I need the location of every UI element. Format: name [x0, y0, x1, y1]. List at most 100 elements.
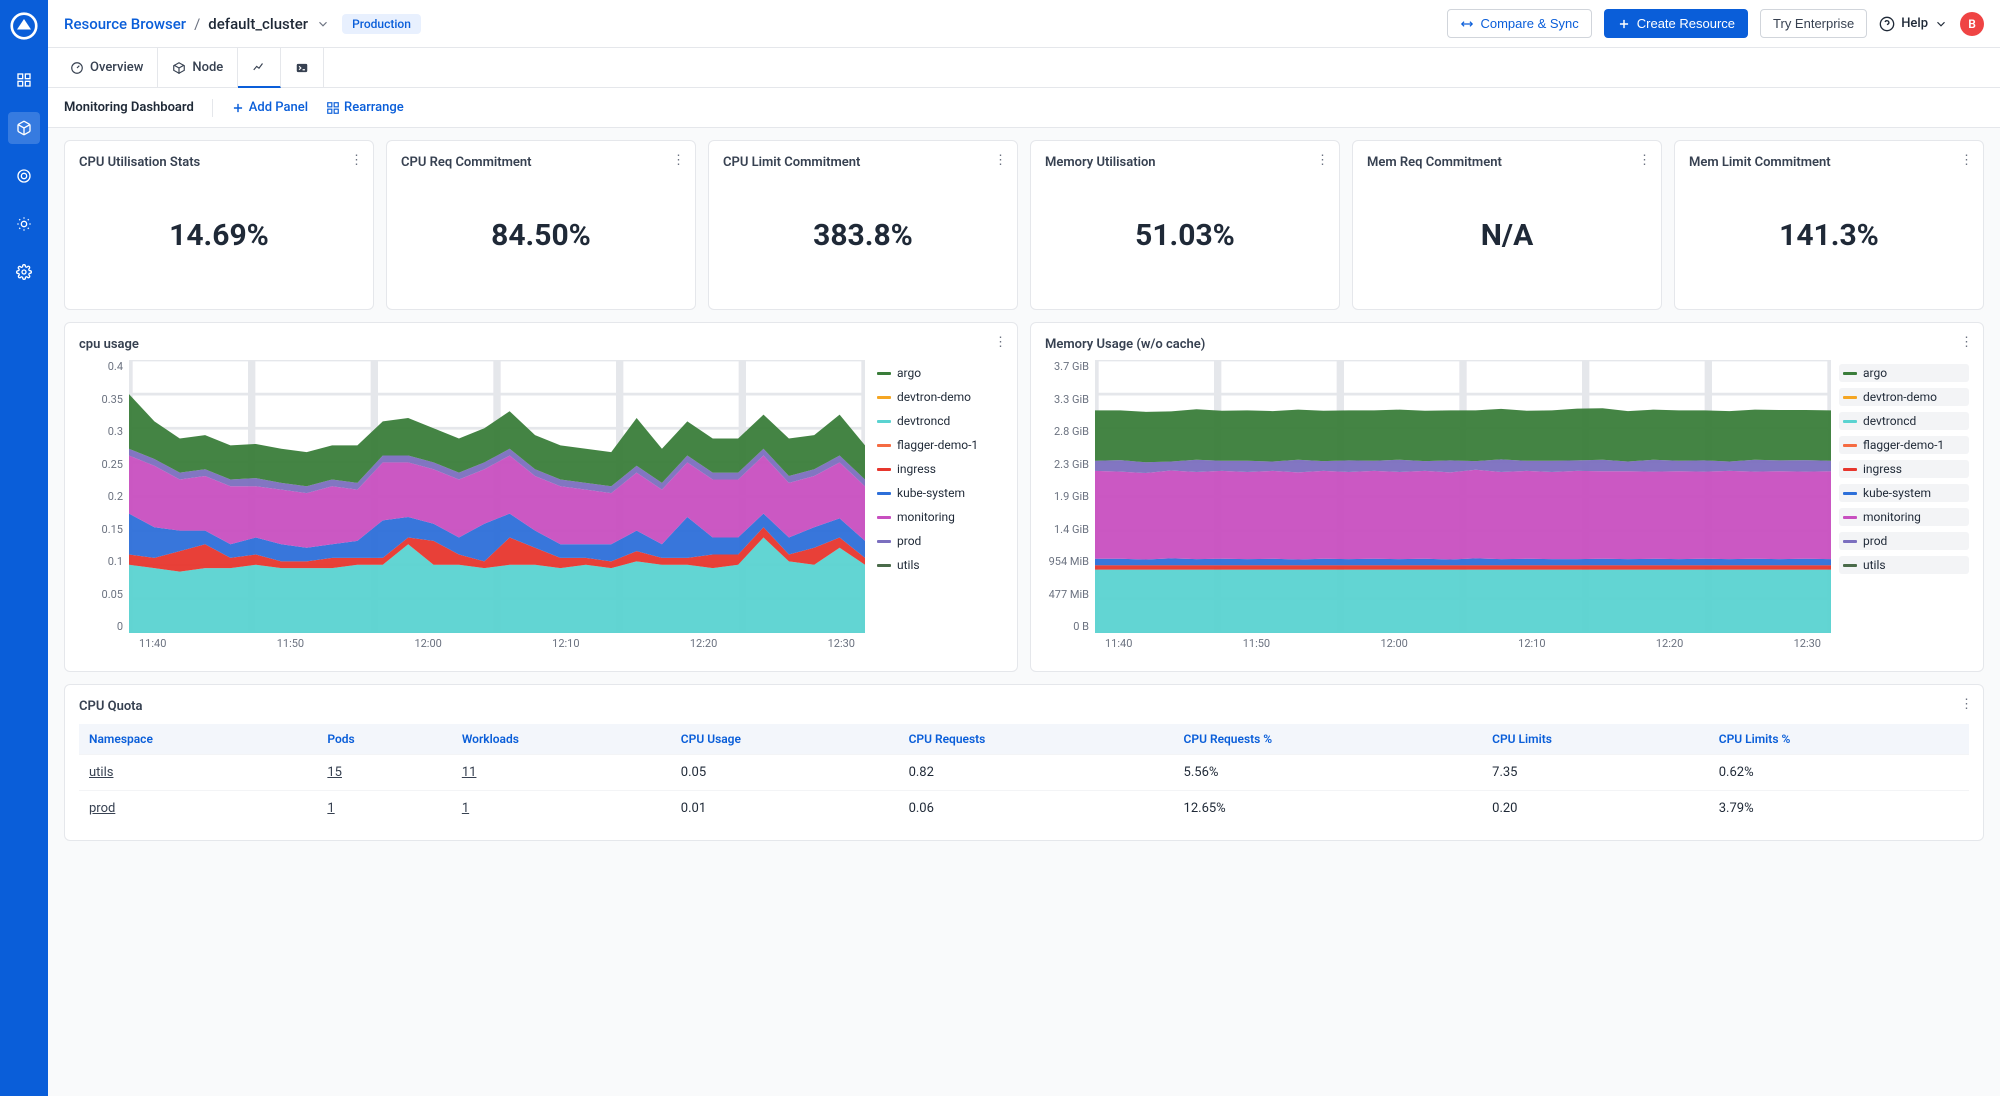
panel-menu-icon[interactable]: ⋮	[672, 153, 685, 168]
memory-usage-chart[interactable]: 3.7 GiB3.3 GiB2.8 GiB2.3 GiB1.9 GiB1.4 G…	[1045, 360, 1831, 657]
table-header[interactable]: Pods	[317, 724, 451, 755]
cpu-usage-chart[interactable]: 0.40.350.30.250.20.150.10.05011:4011:501…	[79, 360, 865, 657]
legend-item[interactable]: devtron-demo	[873, 388, 1003, 406]
table-header[interactable]: Namespace	[79, 724, 317, 755]
legend-label: utils	[897, 558, 920, 572]
panel-menu-icon[interactable]: ⋮	[994, 335, 1007, 350]
cpu-usage-panel: cpu usage ⋮ 0.40.350.30.250.20.150.10.05…	[64, 322, 1018, 672]
legend-swatch	[1843, 492, 1857, 495]
legend-label: ingress	[897, 462, 936, 476]
tab-terminal[interactable]	[281, 48, 324, 87]
stat-card: Memory Utilisation ⋮ 51.03%	[1030, 140, 1340, 310]
panel-menu-icon[interactable]: ⋮	[1960, 153, 1973, 168]
legend-swatch	[877, 420, 891, 423]
cell-workloads[interactable]: 1	[452, 791, 671, 827]
table-header[interactable]: CPU Usage	[671, 724, 899, 755]
cell-cpu-requests: 0.82	[899, 755, 1174, 791]
legend-swatch	[877, 444, 891, 447]
table-header[interactable]: Workloads	[452, 724, 671, 755]
legend-item[interactable]: monitoring	[873, 508, 1003, 526]
gauge-icon	[70, 61, 84, 75]
legend-swatch	[877, 468, 891, 471]
legend-swatch	[877, 372, 891, 375]
stat-title: CPU Limit Commitment	[723, 155, 1003, 170]
compare-sync-button[interactable]: Compare & Sync	[1447, 9, 1591, 38]
stat-value: N/A	[1367, 218, 1647, 253]
legend-item[interactable]: kube-system	[873, 484, 1003, 502]
cell-pods[interactable]: 15	[317, 755, 451, 791]
panel-menu-icon[interactable]: ⋮	[1960, 335, 1973, 350]
env-badge: Production	[342, 14, 421, 34]
cell-workloads[interactable]: 11	[452, 755, 671, 791]
grid-icon	[326, 101, 340, 115]
legend-item[interactable]: flagger-demo-1	[1839, 436, 1969, 454]
legend-item[interactable]: devtron-demo	[1839, 388, 1969, 406]
stat-card: CPU Req Commitment ⋮ 84.50%	[386, 140, 696, 310]
legend-item[interactable]: ingress	[873, 460, 1003, 478]
panel-menu-icon[interactable]: ⋮	[1316, 153, 1329, 168]
legend-label: devtron-demo	[897, 390, 971, 404]
legend-item[interactable]: argo	[873, 364, 1003, 382]
table-header[interactable]: CPU Limits	[1482, 724, 1709, 755]
legend-item[interactable]: kube-system	[1839, 484, 1969, 502]
panel-title: CPU Quota	[79, 699, 1969, 714]
table-header[interactable]: CPU Requests	[899, 724, 1174, 755]
breadcrumb-cluster[interactable]: default_cluster	[208, 15, 308, 33]
legend-item[interactable]: prod	[1839, 532, 1969, 550]
try-enterprise-button[interactable]: Try Enterprise	[1760, 9, 1867, 38]
legend-swatch	[877, 516, 891, 519]
legend-swatch	[1843, 420, 1857, 423]
avatar[interactable]: B	[1960, 12, 1984, 36]
add-panel-button[interactable]: Add Panel	[231, 100, 308, 115]
tab-monitoring[interactable]	[238, 48, 281, 88]
legend-item[interactable]: prod	[873, 532, 1003, 550]
stat-card: CPU Utilisation Stats ⋮ 14.69%	[64, 140, 374, 310]
x-axis: 11:4011:5012:0012:1012:2012:30	[129, 637, 865, 657]
tab-overview[interactable]: Overview	[56, 48, 158, 87]
stat-title: Mem Req Commitment	[1367, 155, 1647, 170]
legend-item[interactable]: utils	[873, 556, 1003, 574]
panel-menu-icon[interactable]: ⋮	[1960, 697, 1973, 712]
legend-item[interactable]: monitoring	[1839, 508, 1969, 526]
legend-item[interactable]: ingress	[1839, 460, 1969, 478]
table-header[interactable]: CPU Requests %	[1174, 724, 1483, 755]
dashboard-title: Monitoring Dashboard	[64, 100, 194, 115]
cell-cpu-limits: 7.35	[1482, 755, 1709, 791]
nav-settings-icon[interactable]	[8, 256, 40, 288]
nav-apps-icon[interactable]	[8, 64, 40, 96]
nav-resource-browser-icon[interactable]	[8, 112, 40, 144]
legend-swatch	[1843, 396, 1857, 399]
stat-title: CPU Req Commitment	[401, 155, 681, 170]
nav-target-icon[interactable]	[8, 160, 40, 192]
nav-helm-icon[interactable]	[8, 208, 40, 240]
breadcrumb-root[interactable]: Resource Browser	[64, 15, 186, 33]
cell-cpu-requests-pct: 5.56%	[1174, 755, 1483, 791]
table-header[interactable]: CPU Limits %	[1709, 724, 1969, 755]
legend-item[interactable]: devtroncd	[873, 412, 1003, 430]
stat-title: CPU Utilisation Stats	[79, 155, 359, 170]
legend-item[interactable]: argo	[1839, 364, 1969, 382]
y-axis: 3.7 GiB3.3 GiB2.8 GiB2.3 GiB1.9 GiB1.4 G…	[1045, 360, 1095, 633]
table-row: utils 15 11 0.05 0.82 5.56% 7.35 0.62%	[79, 755, 1969, 791]
memory-usage-panel: Memory Usage (w/o cache) ⋮ 3.7 GiB3.3 Gi…	[1030, 322, 1984, 672]
legend-label: monitoring	[897, 510, 955, 524]
legend-swatch	[877, 396, 891, 399]
panel-menu-icon[interactable]: ⋮	[1638, 153, 1651, 168]
rearrange-button[interactable]: Rearrange	[326, 100, 404, 115]
legend-item[interactable]: utils	[1839, 556, 1969, 574]
cell-namespace[interactable]: prod	[79, 791, 317, 827]
create-resource-button[interactable]: Create Resource	[1604, 9, 1748, 38]
legend-swatch	[877, 492, 891, 495]
help-menu[interactable]: Help	[1879, 16, 1948, 32]
legend-item[interactable]: flagger-demo-1	[873, 436, 1003, 454]
legend-swatch	[1843, 564, 1857, 567]
cell-pods[interactable]: 1	[317, 791, 451, 827]
legend-item[interactable]: devtroncd	[1839, 412, 1969, 430]
panel-menu-icon[interactable]: ⋮	[994, 153, 1007, 168]
cell-namespace[interactable]: utils	[79, 755, 317, 791]
tab-node[interactable]: Node	[158, 48, 238, 87]
chevron-down-icon[interactable]	[316, 17, 330, 31]
legend-label: flagger-demo-1	[1863, 438, 1944, 452]
legend-label: prod	[897, 534, 921, 548]
panel-menu-icon[interactable]: ⋮	[350, 153, 363, 168]
